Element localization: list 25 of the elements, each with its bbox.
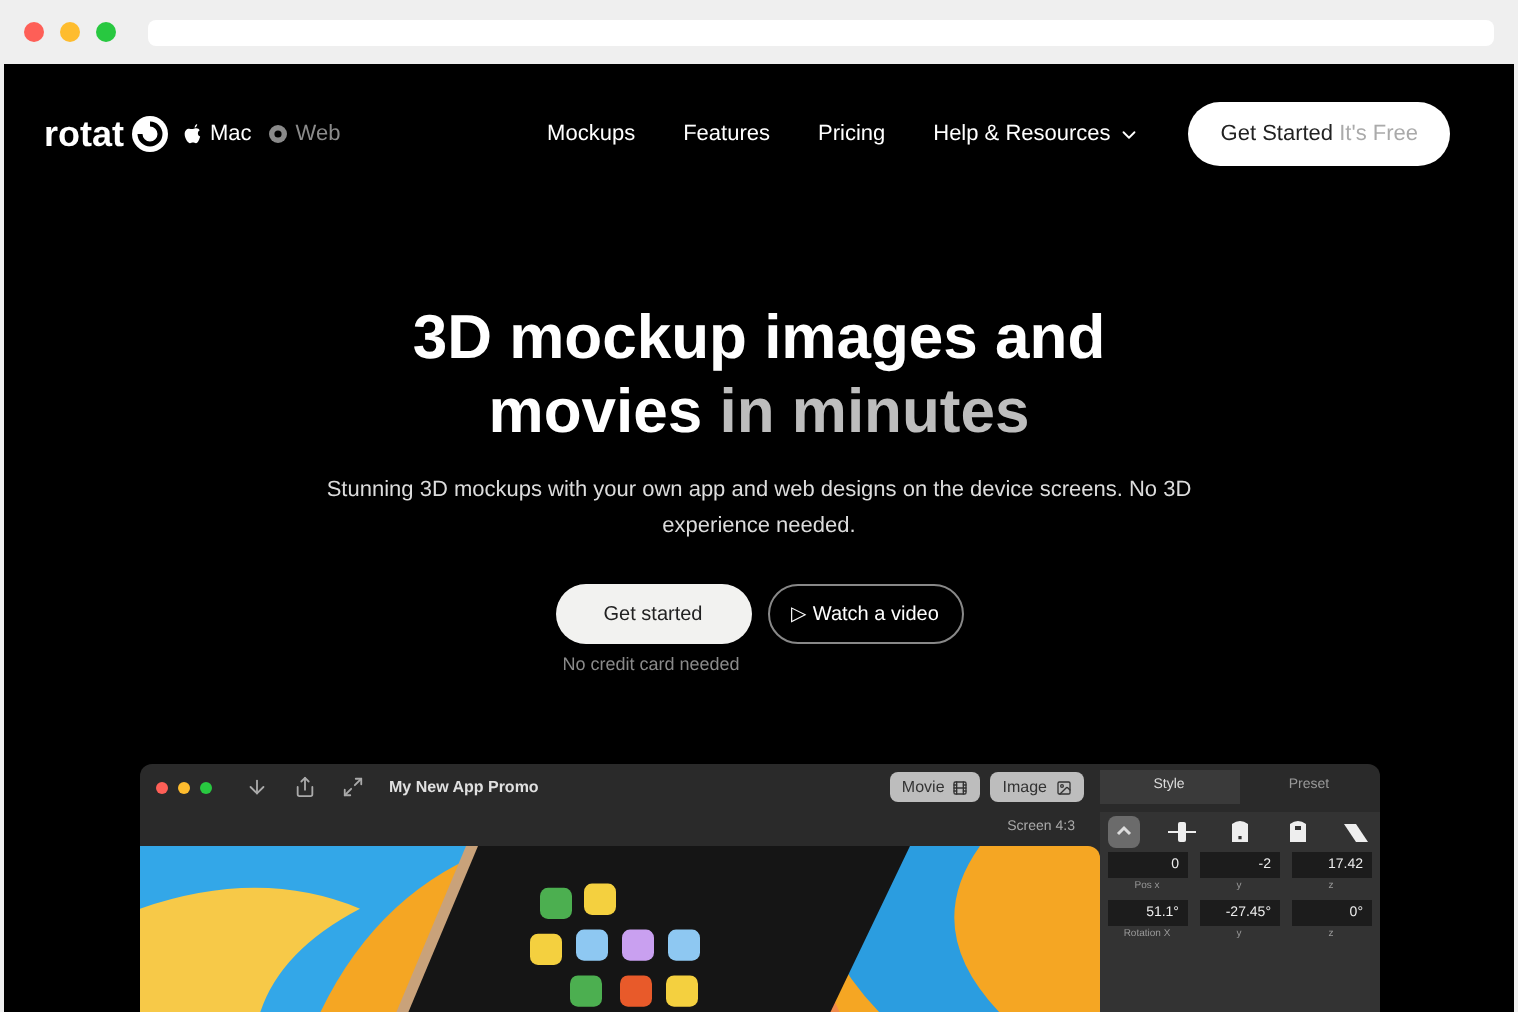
collapse-tool-icon[interactable]: [1107, 815, 1139, 847]
nav-link[interactable]: Pricing: [818, 117, 886, 151]
image-icon: [1055, 779, 1071, 795]
nav-link[interactable]: Help & Resources: [933, 117, 1141, 151]
export-button[interactable]: Movie: [889, 772, 981, 802]
get-started-button[interactable]: Get Started It's Free: [1188, 102, 1450, 166]
nav-link[interactable]: Mockups: [547, 117, 636, 151]
logo-text[interactable]: rotat: [44, 107, 124, 161]
logo-icon[interactable]: [132, 116, 168, 152]
platform-link[interactable]: Web: [267, 117, 341, 151]
download-icon[interactable]: [245, 776, 267, 798]
get-started-button[interactable]: Get started: [555, 584, 751, 644]
export-button[interactable]: Image: [990, 772, 1083, 802]
share-icon[interactable]: [293, 776, 315, 798]
watch-video-button[interactable]: ▷ Watch a video: [767, 584, 963, 644]
nav-link[interactable]: Features: [683, 117, 770, 151]
hero-subtitle: Stunning 3D mockups with your own app and web designs on the device screens. No 3D experience needed.: [324, 476, 1194, 542]
window-title: My New App Promo: [389, 775, 539, 799]
apple-icon: [184, 124, 202, 144]
platform-link[interactable]: Mac: [184, 117, 252, 151]
globe-icon: [267, 124, 288, 144]
hero-heading: 3D mockup images and movies in minutes: [410, 300, 1108, 448]
no-credit-card-note: No credit card needed: [560, 652, 742, 678]
film-icon: [952, 779, 969, 795]
expand-icon[interactable]: [341, 776, 363, 798]
